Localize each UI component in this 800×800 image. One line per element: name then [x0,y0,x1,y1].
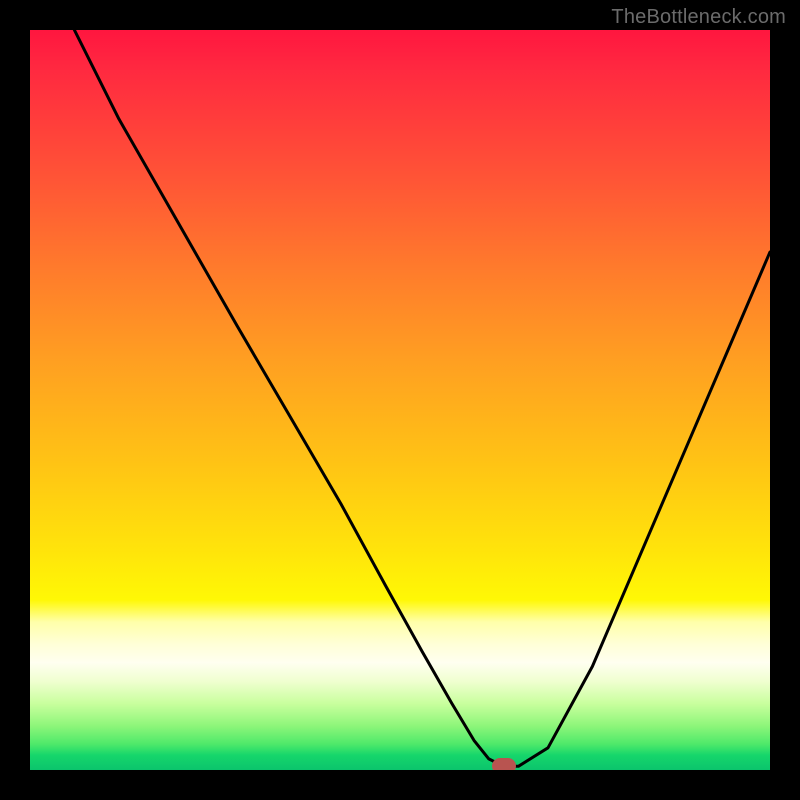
watermark-text: TheBottleneck.com [611,6,786,29]
optimal-point-marker [492,758,516,770]
plot-area [30,30,770,770]
bottleneck-curve [30,30,770,770]
chart-frame: TheBottleneck.com [0,0,800,800]
